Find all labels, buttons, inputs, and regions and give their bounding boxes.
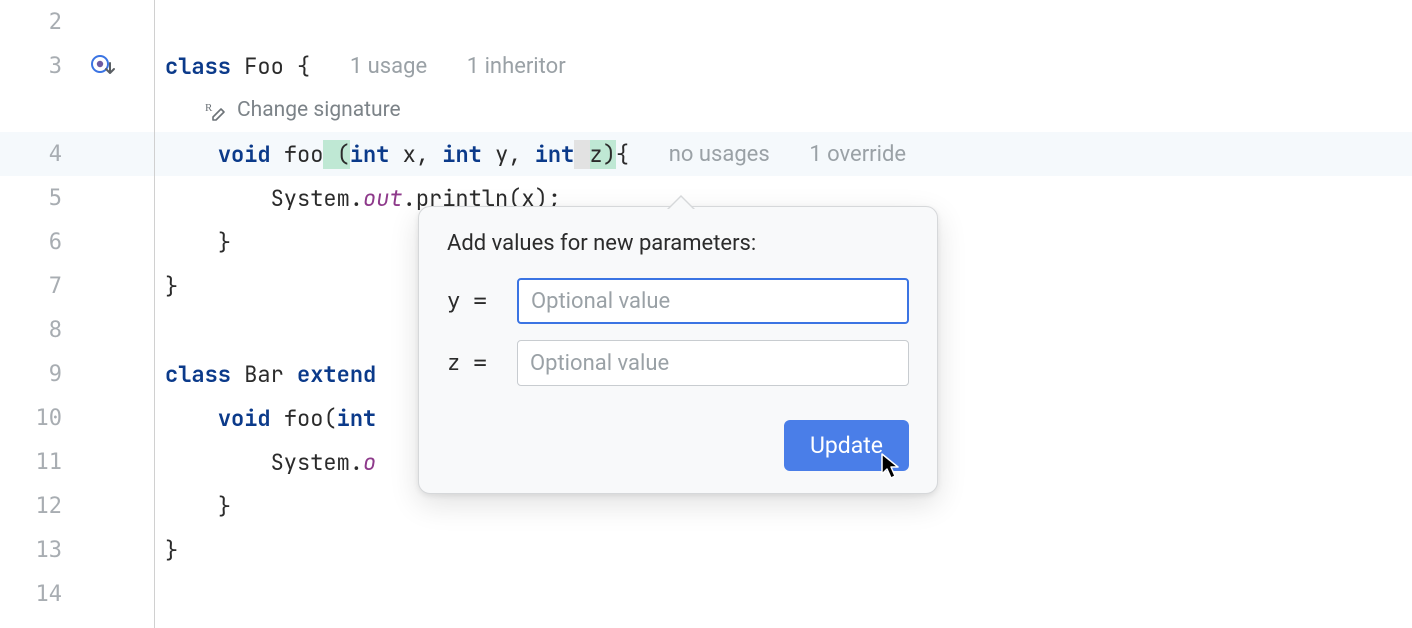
- param-label: y =: [447, 289, 503, 314]
- add-parameter-values-popup: Add values for new parameters: y = z = U…: [418, 206, 938, 494]
- line-number: 14: [0, 582, 70, 607]
- usage-hint[interactable]: no usages: [669, 142, 770, 167]
- update-button[interactable]: Update: [784, 420, 909, 471]
- class-name: Foo: [244, 52, 284, 81]
- param-row-z: z =: [447, 340, 909, 386]
- line-number: 13: [0, 538, 70, 563]
- code-line[interactable]: }: [155, 528, 1412, 572]
- change-signature-hint[interactable]: R Change signature: [155, 88, 1412, 132]
- line-number: 5: [0, 186, 70, 211]
- override-hint[interactable]: 1 override: [809, 142, 906, 167]
- line-number: 7: [0, 274, 70, 299]
- keyword: class: [165, 52, 231, 81]
- keyword: void: [218, 140, 271, 169]
- change-signature-label: Change signature: [237, 98, 401, 122]
- svg-text:R: R: [205, 102, 213, 114]
- param-value-input-y[interactable]: [517, 278, 909, 324]
- inheritor-hint[interactable]: 1 inheritor: [467, 54, 566, 79]
- code-line[interactable]: void foo (int x, int y, int z){ no usage…: [155, 132, 1412, 176]
- param-row-y: y =: [447, 278, 909, 324]
- line-number: 8: [0, 318, 70, 343]
- code-line[interactable]: class Foo { 1 usage 1 inheritor: [155, 44, 1412, 88]
- popup-title: Add values for new parameters:: [447, 231, 909, 256]
- usage-hint[interactable]: 1 usage: [350, 54, 427, 79]
- line-number: 11: [0, 450, 70, 475]
- param-label: z =: [447, 351, 503, 376]
- method-name: foo: [284, 140, 324, 169]
- line-number: 10: [0, 406, 70, 431]
- static-field: out: [363, 184, 403, 213]
- diff-highlight: z: [590, 140, 603, 169]
- implemented-icon[interactable]: [90, 54, 116, 78]
- line-number: 3: [0, 54, 70, 79]
- line-number: 4: [0, 142, 70, 167]
- line-number: 9: [0, 362, 70, 387]
- gutter: 2 3 4 5 6 7 8 9: [0, 0, 155, 628]
- line-number: 2: [0, 10, 70, 35]
- diff-highlight: (: [323, 140, 349, 169]
- param-value-input-z[interactable]: [517, 340, 909, 386]
- line-number: 6: [0, 230, 70, 255]
- diff-highlight: ): [603, 140, 616, 169]
- line-number: 12: [0, 494, 70, 519]
- edit-icon: R: [205, 99, 227, 121]
